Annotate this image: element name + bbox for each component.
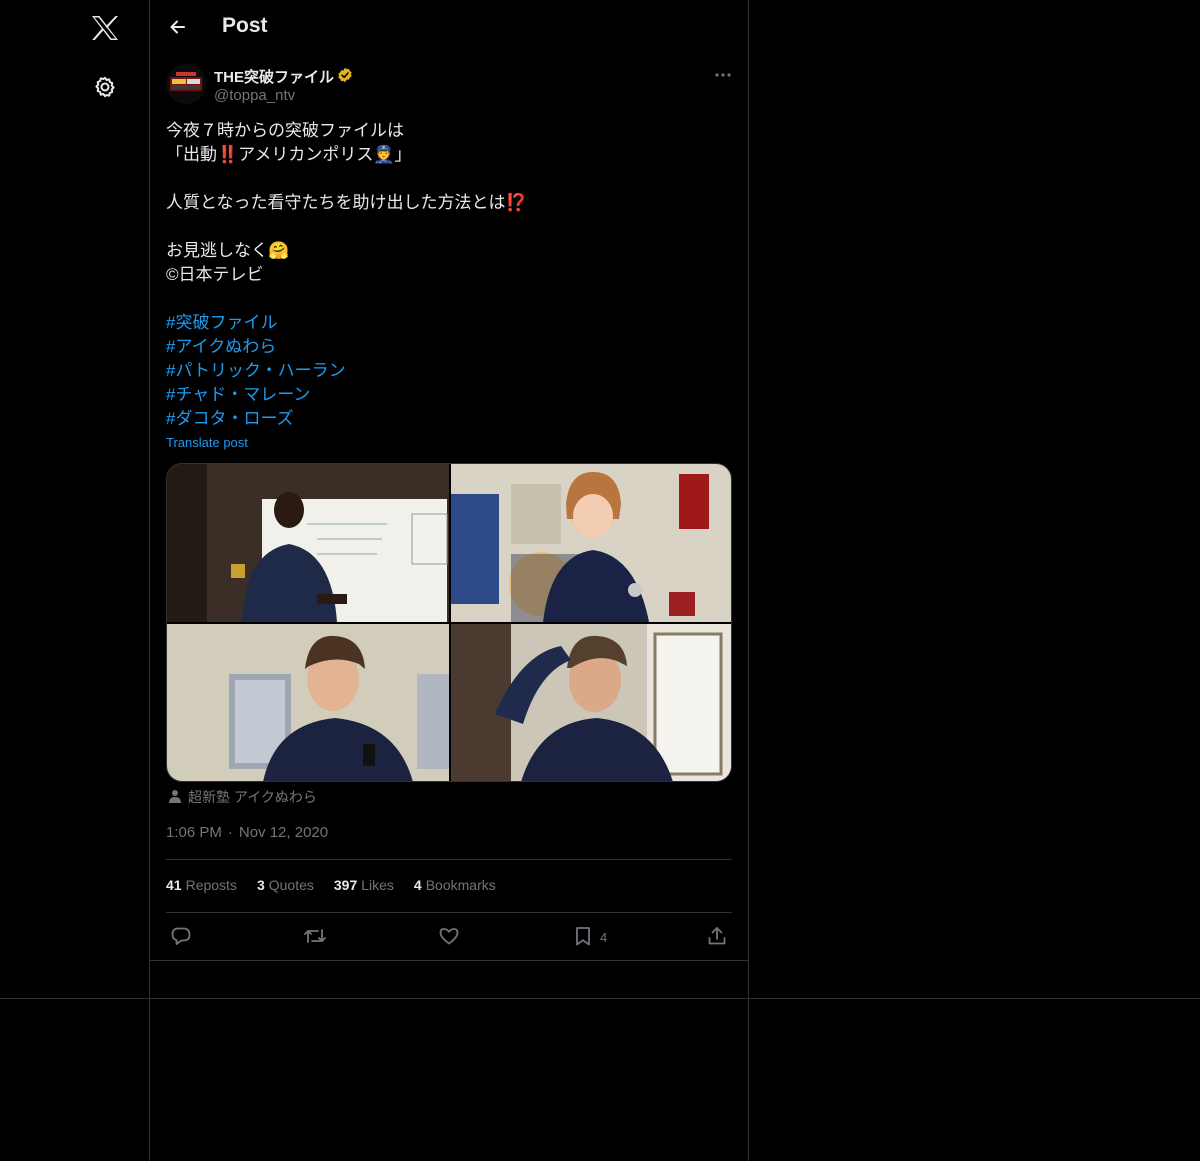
more-horizontal-icon[interactable] bbox=[708, 62, 738, 88]
bookmark-button[interactable]: 4 bbox=[572, 924, 607, 950]
repost-button[interactable] bbox=[303, 924, 327, 950]
tagged-users[interactable]: 超新塾 アイクぬわら bbox=[168, 787, 317, 807]
author-display-name: THE突破ファイル bbox=[214, 69, 335, 86]
separator-dot: · bbox=[227, 824, 233, 841]
post-line: 人質となった看守たちを助け出した方法とは⁉️ bbox=[166, 193, 527, 212]
translate-post-link[interactable]: Translate post bbox=[166, 435, 248, 450]
like-button[interactable] bbox=[438, 924, 460, 950]
media-photo-1[interactable] bbox=[167, 464, 449, 622]
author-name[interactable]: THE突破ファイル bbox=[214, 66, 353, 87]
stat-count: 4 bbox=[413, 877, 422, 893]
avatar[interactable] bbox=[166, 64, 206, 104]
hashtag-link[interactable]: #ダコタ・ローズ bbox=[166, 407, 732, 431]
post-line bbox=[166, 167, 732, 191]
hashtag-link[interactable]: #パトリック・ハーラン bbox=[166, 359, 732, 383]
hashtag-link[interactable]: #アイクぬわら bbox=[166, 335, 732, 359]
share-button[interactable] bbox=[706, 924, 728, 950]
post-line: ©日本テレビ bbox=[166, 265, 264, 284]
arrow-left-icon[interactable] bbox=[162, 11, 194, 43]
verified-badge-icon bbox=[337, 67, 353, 87]
post-line: 今夜７時からの突破ファイルは bbox=[166, 121, 404, 140]
media-photo-4[interactable] bbox=[451, 624, 731, 781]
stat-label: Likes bbox=[361, 877, 394, 893]
post-timestamp[interactable]: 1:06 PM · Nov 12, 2020 bbox=[166, 824, 328, 841]
post-line bbox=[166, 287, 732, 311]
post-text: 今夜７時からの突破ファイルは 「出動‼️アメリカンポリス👮」 人質となった看守た… bbox=[166, 119, 732, 431]
person-icon bbox=[168, 789, 182, 806]
divider bbox=[166, 859, 732, 860]
action-bar: 4 bbox=[166, 924, 732, 950]
divider bbox=[0, 998, 1200, 999]
page-title: Post bbox=[222, 14, 268, 37]
gear-icon[interactable] bbox=[88, 70, 122, 104]
stat-label: Reposts bbox=[185, 877, 237, 893]
media-photo-2[interactable] bbox=[451, 464, 731, 622]
repost-icon bbox=[303, 925, 327, 950]
divider bbox=[166, 912, 732, 913]
reply-icon bbox=[170, 925, 192, 950]
post-date: Nov 12, 2020 bbox=[238, 824, 329, 841]
stat-bookmarks[interactable]: 4 Bookmarks bbox=[414, 877, 496, 893]
author-handle[interactable]: @toppa_ntv bbox=[214, 87, 295, 104]
post-line: 「出動‼️アメリカンポリス👮」 bbox=[166, 145, 412, 164]
stat-label: Quotes bbox=[268, 877, 314, 893]
stat-label: Bookmarks bbox=[425, 877, 496, 893]
heart-icon bbox=[438, 925, 460, 950]
post-line bbox=[166, 215, 732, 239]
post-header: Post bbox=[150, 0, 748, 54]
stat-count: 3 bbox=[256, 877, 265, 893]
left-nav-rail bbox=[0, 0, 150, 1161]
stat-quotes[interactable]: 3 Quotes bbox=[257, 877, 314, 893]
stat-reposts[interactable]: 41 Reposts bbox=[166, 877, 237, 893]
post-stats: 41 Reposts 3 Quotes 397 Likes 4 Bookmarks bbox=[166, 877, 496, 893]
bookmark-icon bbox=[572, 925, 594, 950]
hashtag-link[interactable]: #チャド・マレーン bbox=[166, 383, 732, 407]
divider bbox=[150, 960, 749, 961]
hashtag-link[interactable]: #突破ファイル bbox=[166, 311, 732, 335]
main-column: Post THE突破ファイル @toppa_ntv 今夜７時からの突破ファイルは… bbox=[150, 0, 749, 1161]
stat-count: 397 bbox=[333, 877, 358, 893]
post-time: 1:06 PM bbox=[166, 824, 222, 841]
post-line: お見逃しなく🤗 bbox=[166, 241, 290, 260]
stat-likes[interactable]: 397 Likes bbox=[334, 877, 394, 893]
reply-button[interactable] bbox=[170, 924, 192, 950]
x-logo-icon[interactable] bbox=[86, 9, 124, 47]
share-icon bbox=[706, 925, 728, 950]
media-grid bbox=[166, 463, 732, 782]
stat-count: 41 bbox=[166, 877, 182, 893]
bookmark-count: 4 bbox=[600, 929, 608, 945]
tagged-user-name: 超新塾 アイクぬわら bbox=[188, 789, 317, 805]
media-photo-3[interactable] bbox=[167, 624, 449, 781]
